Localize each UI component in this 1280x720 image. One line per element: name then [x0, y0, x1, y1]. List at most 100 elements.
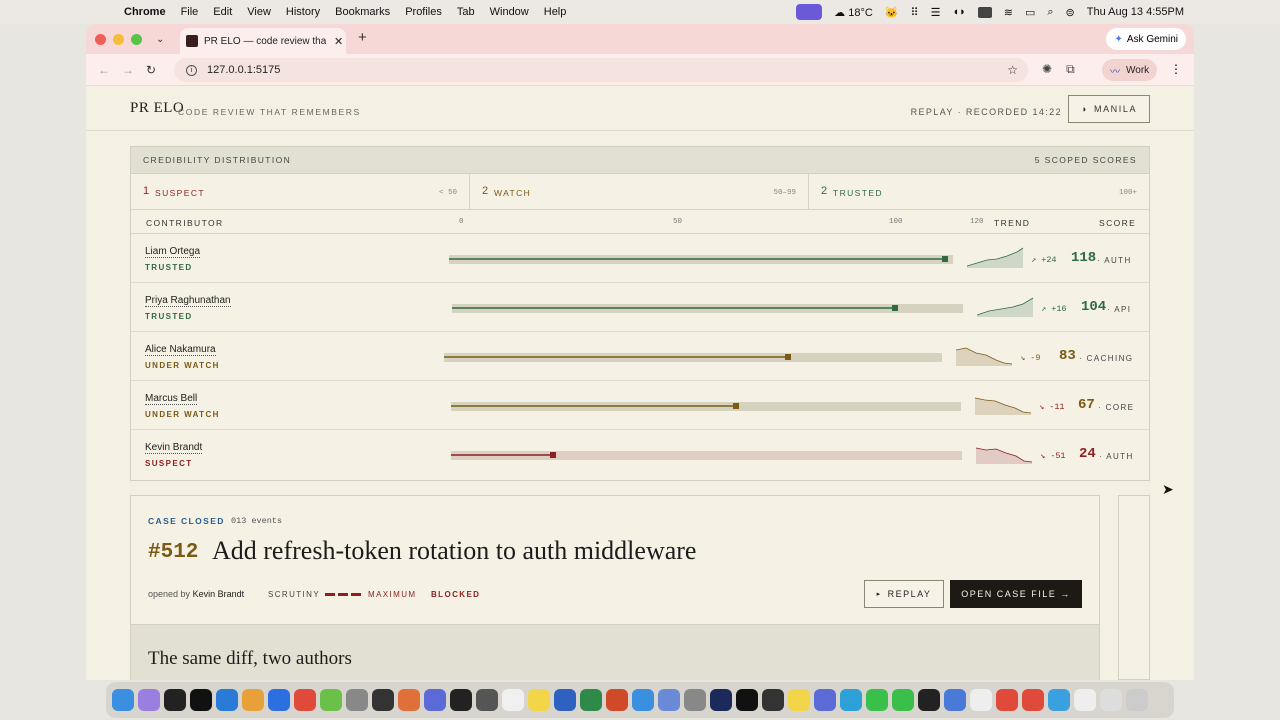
whatsapp-icon[interactable] [892, 689, 914, 711]
chrome-3-icon[interactable] [1022, 689, 1044, 711]
close-tab-icon[interactable]: ✕ [334, 35, 343, 48]
discord-2-icon[interactable] [814, 689, 836, 711]
trash-icon[interactable] [1126, 689, 1148, 711]
battery-icon[interactable]: ▭ [1025, 6, 1035, 19]
menu-tab[interactable]: Tab [457, 6, 475, 18]
brand-logo[interactable]: PR ELO [130, 100, 184, 117]
finder-icon[interactable] [112, 689, 134, 711]
close-window-icon[interactable] [95, 33, 106, 45]
chatgpt-extension-icon[interactable]: ✺ [1042, 62, 1052, 77]
clock[interactable]: Thu Aug 13 4:55PM [1087, 6, 1184, 18]
ask-gemini-button[interactable]: ✦ Ask Gemini [1106, 28, 1186, 50]
contributor-name[interactable]: Alice Nakamura [145, 344, 216, 356]
zoom-window-icon[interactable] [131, 33, 142, 45]
control-center-icon[interactable]: ⊜ [1066, 6, 1075, 19]
camera-icon[interactable] [346, 689, 368, 711]
menu-view[interactable]: View [247, 6, 271, 18]
new-tab-plus-icon[interactable]: + [358, 29, 367, 46]
contributor-name[interactable]: Kevin Brandt [145, 442, 203, 454]
reload-icon[interactable]: ↻ [146, 63, 156, 77]
excel-icon[interactable] [580, 689, 602, 711]
theme-toggle-button[interactable]: ◑ MANILA [1068, 95, 1150, 123]
open-case-file-button[interactable]: OPEN CASE FILE → [950, 580, 1082, 608]
spotlight-icon[interactable]: ⌕ [1047, 6, 1053, 19]
contributor-name[interactable]: Priya Raghunathan [145, 295, 231, 307]
tool-icon[interactable] [372, 689, 394, 711]
input-source-icon[interactable] [977, 6, 992, 18]
opened-by-author[interactable]: Kevin Brandt [193, 589, 245, 599]
contributor-row[interactable]: Marcus Bell UNDER WATCH ↘ -11 67 · CORE [131, 381, 1149, 430]
chatgpt-icon[interactable] [450, 689, 472, 711]
tab-pr-elo[interactable]: PR ELO — code review that re ✕ [180, 28, 346, 54]
file-icon[interactable] [1074, 689, 1096, 711]
word-icon[interactable] [554, 689, 576, 711]
address-bar[interactable]: i 127.0.0.1:5175 ☆ [174, 58, 1028, 82]
tab-search-chevron-icon[interactable]: ⌄ [156, 34, 164, 45]
bookmark-star-icon[interactable]: ☆ [1007, 63, 1018, 77]
contributor-row[interactable]: Kevin Brandt SUSPECT ↘ -51 24 · AUTH [131, 430, 1149, 479]
contributor-row[interactable]: Priya Raghunathan TRUSTED ↗ +16 104 · AP… [131, 283, 1149, 332]
back-arrow-icon[interactable]: ← [98, 63, 110, 77]
chrome-icon[interactable] [294, 689, 316, 711]
menu-edit[interactable]: Edit [213, 6, 232, 18]
screen-record-icon[interactable] [796, 4, 823, 20]
launchpad-icon[interactable] [138, 689, 160, 711]
menu-profiles[interactable]: Profiles [405, 6, 442, 18]
minimize-window-icon[interactable] [113, 33, 124, 45]
appstore-icon[interactable] [632, 689, 654, 711]
wifi-icon[interactable]: ≋ [1004, 6, 1013, 19]
notes-icon[interactable] [528, 689, 550, 711]
activity-icon[interactable] [476, 689, 498, 711]
cohort-suspect[interactable]: 1 SUSPECT < 50 [131, 174, 470, 210]
iterm-icon[interactable] [736, 689, 758, 711]
grid-icon[interactable]: ⠿ [911, 6, 919, 19]
app-store-icon[interactable] [268, 689, 290, 711]
app-grid-icon[interactable] [918, 689, 940, 711]
menu-bookmarks[interactable]: Bookmarks [335, 6, 390, 18]
terminal-icon[interactable] [164, 689, 186, 711]
menu-app-name[interactable]: Chrome [124, 6, 166, 18]
document-icon[interactable] [970, 689, 992, 711]
cohort-trusted[interactable]: 2 TRUSTED 100+ [809, 174, 1149, 210]
contributor-row[interactable]: Liam Ortega TRUSTED ↗ +24 118 · AUTH [131, 234, 1149, 283]
extensions-puzzle-icon[interactable]: ⧉ [1066, 62, 1075, 77]
quicktime-icon[interactable] [1048, 689, 1070, 711]
stack-icon[interactable] [1100, 689, 1122, 711]
forward-arrow-icon[interactable]: → [122, 63, 134, 77]
figma-icon[interactable] [710, 689, 732, 711]
url-text[interactable]: 127.0.0.1:5175 [207, 64, 280, 76]
slack-icon[interactable] [320, 689, 342, 711]
preview-icon[interactable] [658, 689, 680, 711]
cursor-app-icon[interactable] [190, 689, 212, 711]
menu-window[interactable]: Window [490, 6, 529, 18]
powerpoint-icon[interactable] [606, 689, 628, 711]
contributor-name[interactable]: Marcus Bell [145, 393, 198, 405]
cohort-watch[interactable]: 2 WATCH 50–99 [470, 174, 809, 210]
photos-icon[interactable] [242, 689, 264, 711]
downloads-icon[interactable] [944, 689, 966, 711]
menu-file[interactable]: File [181, 6, 199, 18]
reminders-icon[interactable] [502, 689, 524, 711]
replay-button[interactable]: ▸ REPLAY [864, 580, 944, 608]
site-info-icon[interactable]: i [186, 64, 197, 76]
contributor-row[interactable]: Alice Nakamura UNDER WATCH ↘ -9 83 · CAC… [131, 332, 1149, 381]
messages-icon[interactable] [866, 689, 888, 711]
settings-icon[interactable] [684, 689, 706, 711]
profile-button[interactable]: 〰 Work [1102, 59, 1158, 81]
video-icon[interactable] [762, 689, 784, 711]
discord-icon[interactable] [424, 689, 446, 711]
menu-history[interactable]: History [286, 6, 320, 18]
toggle-icon[interactable]: ☰ [931, 6, 941, 19]
menu-help[interactable]: Help [544, 6, 567, 18]
earbuds-icon[interactable]: ◖◗ [952, 6, 965, 18]
weather-readout[interactable]: ☁ 18°C [834, 6, 873, 19]
telegram-icon[interactable] [840, 689, 862, 711]
chrome-menu-icon[interactable]: ⋮ [1170, 62, 1182, 76]
cohort-count: 2 [482, 185, 489, 197]
contributor-name[interactable]: Liam Ortega [145, 246, 201, 258]
kakaotalk-icon[interactable] [788, 689, 810, 711]
cat-icon[interactable]: 🐱 [885, 6, 899, 19]
chrome-2-icon[interactable] [996, 689, 1018, 711]
claude-icon[interactable] [398, 689, 420, 711]
xcode-icon[interactable] [216, 689, 238, 711]
